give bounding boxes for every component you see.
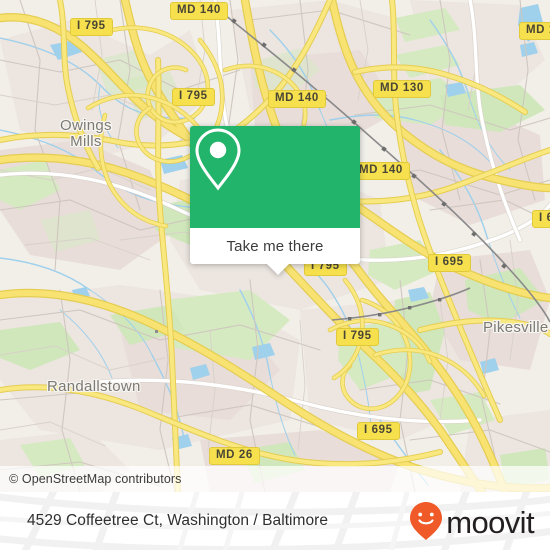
shield-label: I 795 — [179, 90, 208, 102]
location-popup-card[interactable]: Take me there — [190, 126, 360, 275]
moovit-smiley-pin-icon — [410, 502, 443, 540]
highway-shield-md140[interactable]: MD 140 — [268, 90, 326, 108]
footer-address: 4529 Coffeetree Ct, Washington / Baltimo… — [27, 492, 328, 550]
popup-icon-panel[interactable] — [190, 126, 360, 228]
moovit-wordmark: moovit — [446, 504, 534, 540]
highway-shield-i795[interactable]: I 795 — [172, 88, 215, 106]
highway-shield-md140[interactable]: MD 140 — [170, 2, 228, 20]
highway-shield-i695[interactable]: I 695 — [428, 254, 471, 272]
shield-label: I 6 — [539, 212, 550, 224]
shield-label: I 695 — [435, 256, 464, 268]
moovit-map-screenshot: .res { fill:#ece5e0; } .res2 { fill:#e8d… — [0, 0, 550, 550]
map-attribution-bar: © OpenStreetMap contributors — [0, 466, 550, 492]
highway-shield-i695[interactable]: I 695 — [357, 422, 400, 440]
highway-shield-md26[interactable]: MD 26 — [209, 447, 260, 465]
shield-label: MD 140 — [275, 92, 319, 104]
highway-shield-md130[interactable]: MD 130 — [373, 80, 431, 98]
shield-label: MD 140 — [177, 4, 221, 16]
shield-label: MD 130 — [380, 82, 424, 94]
highway-shield-i795[interactable]: I 795 — [70, 18, 113, 36]
highway-shield-i795[interactable]: I 795 — [336, 328, 379, 346]
attribution-text[interactable]: © OpenStreetMap contributors — [0, 472, 182, 486]
shield-label: I 795 — [343, 330, 372, 342]
highway-shield-md140[interactable]: MD 140 — [352, 162, 410, 180]
moovit-logo[interactable]: moovit — [409, 492, 535, 550]
popup-tail — [267, 264, 289, 275]
shield-label: I 695 — [364, 424, 393, 436]
footer-bar: 4529 Coffeetree Ct, Washington / Baltimo… — [0, 492, 550, 550]
footer-address-text: 4529 Coffeetree Ct, Washington / Baltimo… — [27, 512, 329, 529]
highway-shield-md1[interactable]: MD 1 — [519, 22, 550, 40]
shield-label: MD 1 — [526, 24, 550, 36]
shield-label: MD 26 — [216, 449, 253, 461]
highway-shield-i6[interactable]: I 6 — [532, 210, 550, 228]
map-pin-icon — [195, 128, 241, 191]
shield-label: MD 140 — [359, 164, 403, 176]
map-canvas[interactable]: .res { fill:#ece5e0; } .res2 { fill:#e8d… — [0, 0, 550, 492]
take-me-there-label: Take me there — [226, 237, 324, 255]
shield-label: I 795 — [77, 20, 106, 32]
take-me-there-button[interactable]: Take me there — [190, 228, 360, 264]
